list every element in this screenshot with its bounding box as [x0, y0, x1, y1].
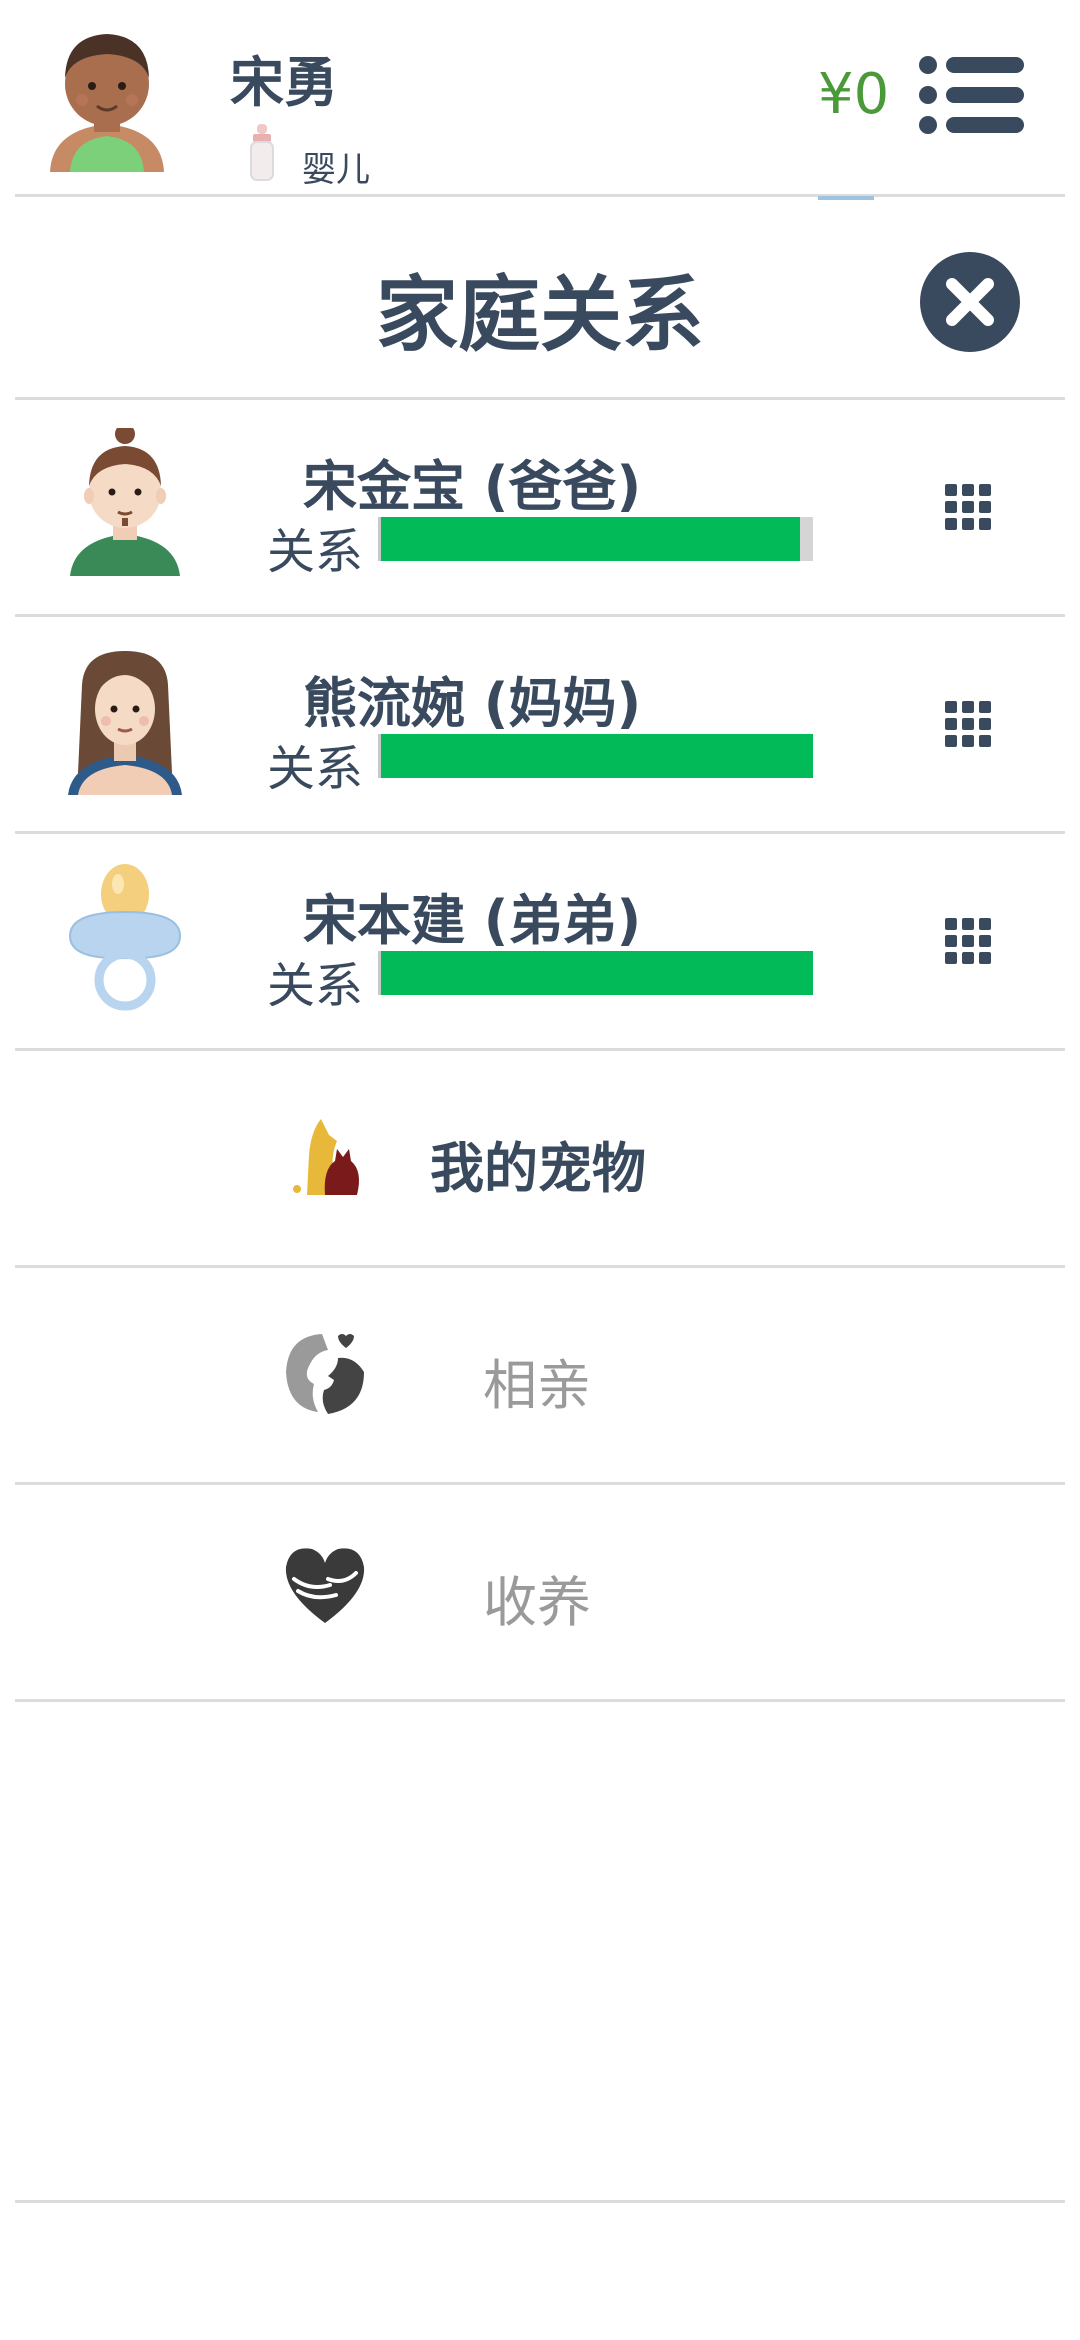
family-member-name: 宋金宝 (爸爸) [303, 455, 642, 518]
options-button[interactable] [943, 482, 993, 532]
relationship-label: 关系 [267, 524, 364, 580]
my-pets-button[interactable]: 我的宠物 [15, 1051, 1065, 1265]
adopt-button[interactable]: 收养 [15, 1485, 1065, 1699]
grid-icon [945, 701, 991, 747]
pet-icon [285, 1111, 375, 1201]
relationship-label: 关系 [267, 741, 364, 797]
divider [15, 194, 1065, 197]
family-member-name: 熊流婉 (妈妈) [303, 672, 642, 735]
family-member-row-father[interactable]: 宋金宝 (爸爸) 关系 [15, 400, 1065, 614]
money-balance: ¥0 [818, 62, 890, 127]
grid-icon [945, 484, 991, 530]
couple-icon [280, 1328, 370, 1418]
life-stage-label: 婴儿 [302, 150, 370, 190]
my-pets-label: 我的宠物 [430, 1137, 646, 1200]
relationship-bar [378, 517, 813, 561]
relationship-bar-fill [381, 517, 801, 561]
relationship-label: 关系 [267, 958, 364, 1014]
father-avatar [60, 424, 190, 578]
menu-button[interactable] [918, 55, 1026, 135]
player-avatar [42, 12, 172, 177]
family-member-name: 宋本建 (弟弟) [303, 889, 642, 952]
close-icon [920, 252, 1020, 352]
relationship-bar [378, 951, 813, 995]
pacifier-avatar [60, 862, 190, 1012]
divider [15, 1699, 1065, 1702]
family-member-row-brother[interactable]: 宋本建 (弟弟) 关系 [15, 834, 1065, 1048]
adopt-label: 收养 [483, 1571, 591, 1634]
relationship-bar-fill [381, 734, 813, 778]
heart-hands-icon [280, 1539, 370, 1629]
relationship-bar [378, 734, 813, 778]
family-member-row-mother[interactable]: 熊流婉 (妈妈) 关系 [15, 617, 1065, 831]
menu-list-icon [919, 56, 1024, 134]
matchmaking-button[interactable]: 相亲 [15, 1268, 1065, 1482]
divider [15, 2200, 1065, 2203]
mother-avatar [60, 645, 190, 795]
options-button[interactable] [943, 916, 993, 966]
options-button[interactable] [943, 699, 993, 749]
close-button[interactable] [918, 250, 1022, 354]
baby-bottle-icon [245, 122, 279, 182]
tab-indicator [818, 196, 874, 200]
matchmaking-label: 相亲 [483, 1354, 591, 1417]
relationship-bar-fill [381, 951, 813, 995]
grid-icon [945, 918, 991, 964]
player-name: 宋勇 [230, 51, 338, 114]
